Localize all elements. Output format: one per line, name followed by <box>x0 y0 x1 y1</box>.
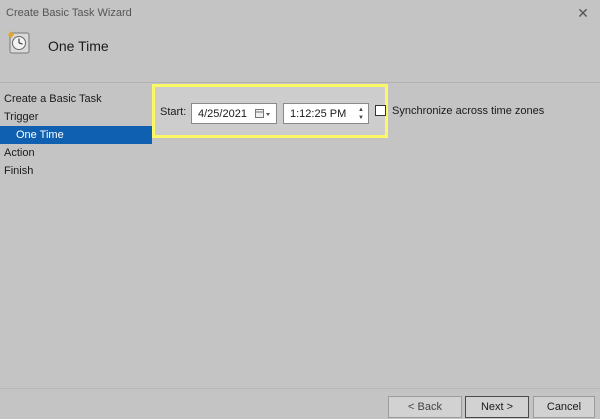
nav-item-trigger[interactable]: Trigger <box>0 108 152 126</box>
spin-down-icon[interactable]: ▼ <box>356 114 366 121</box>
page-title: One Time <box>48 38 109 54</box>
start-date-picker[interactable]: 4/25/2021 <box>191 103 277 124</box>
nav-item-finish[interactable]: Finish <box>0 162 152 180</box>
task-wizard-window: Create Basic Task Wizard ✕ One Time Crea… <box>0 0 600 419</box>
spin-up-icon[interactable]: ▲ <box>356 106 366 113</box>
time-spinner[interactable]: ▲ ▼ <box>356 106 366 121</box>
nav-item-one-time[interactable]: One Time <box>0 126 152 144</box>
footer-divider <box>0 388 600 389</box>
window-title: Create Basic Task Wizard <box>6 7 132 19</box>
next-button[interactable]: Next > <box>465 396 529 418</box>
sync-time-zones-label[interactable]: Synchronize across time zones <box>392 105 544 117</box>
calendar-dropdown-icon[interactable] <box>255 108 271 120</box>
cancel-button[interactable]: Cancel <box>533 396 595 418</box>
wizard-header: One Time <box>0 26 600 66</box>
back-button[interactable]: < Back <box>388 396 462 418</box>
header-divider <box>0 82 600 83</box>
sync-time-zones-checkbox[interactable] <box>375 105 386 116</box>
nav-item-action[interactable]: Action <box>0 144 152 162</box>
start-label: Start: <box>160 106 187 118</box>
wizard-steps: Create a Basic Task Trigger One Time Act… <box>0 90 152 180</box>
start-time-picker[interactable]: 1:12:25 PM ▲ ▼ <box>283 103 369 124</box>
start-date-value: 4/25/2021 <box>198 108 247 120</box>
start-time-value: 1:12:25 PM <box>290 108 347 120</box>
task-clock-icon <box>8 31 30 54</box>
title-bar: Create Basic Task Wizard ✕ <box>0 0 600 26</box>
close-icon[interactable]: ✕ <box>574 4 592 22</box>
nav-item-create-basic-task[interactable]: Create a Basic Task <box>0 90 152 108</box>
